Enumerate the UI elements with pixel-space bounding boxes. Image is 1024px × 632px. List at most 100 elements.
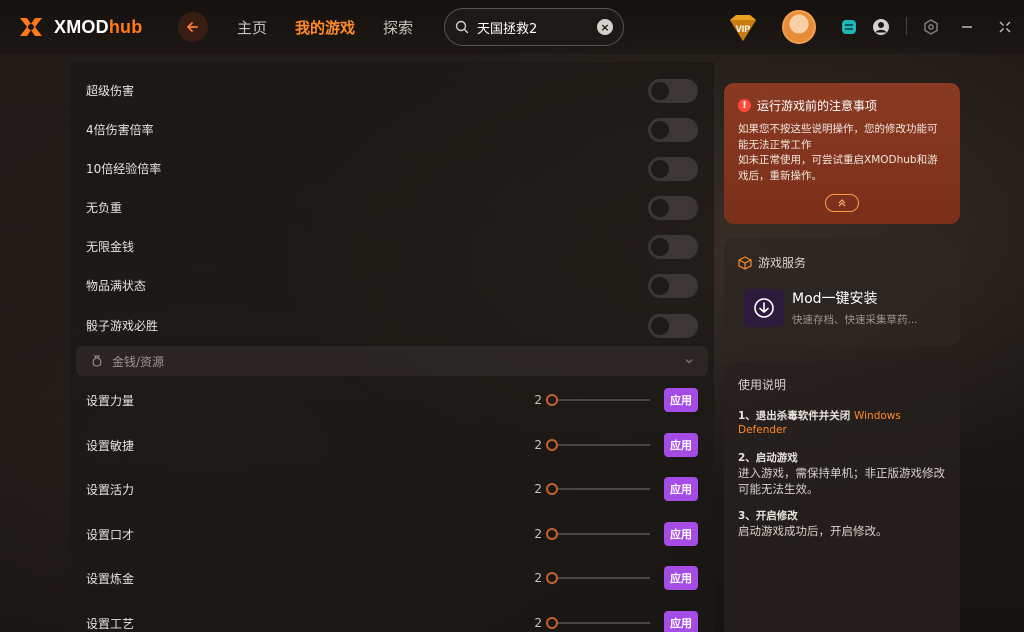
- slider-value: 2: [534, 482, 542, 496]
- toggle-switch[interactable]: [648, 117, 698, 142]
- toggle-switch[interactable]: [648, 234, 698, 259]
- search-box[interactable]: 天国拯救2 ×: [444, 8, 624, 46]
- usage-step-2-desc: 进入游戏，需保持单机；非正版游戏修改可能无法生效。: [738, 466, 945, 496]
- user-avatar[interactable]: [782, 10, 816, 44]
- mod-icon-tile: [744, 288, 784, 327]
- services-title-row: 游戏服务: [738, 254, 806, 271]
- box-icon: [738, 255, 752, 270]
- toggle-label: 10倍经验倍率: [86, 162, 162, 176]
- search-icon: [455, 20, 469, 34]
- download-icon: [754, 297, 774, 318]
- nav-my-games[interactable]: 我的游戏: [295, 17, 355, 38]
- toggle-row: 无负重: [86, 188, 698, 227]
- search-input[interactable]: 天国拯救2: [477, 18, 597, 37]
- settings-icon[interactable]: [920, 16, 942, 38]
- toggle-label: 物品满状态: [86, 279, 147, 293]
- usage-step-3-desc: 启动游戏成功后，开启修改。: [738, 524, 888, 538]
- warning-icon: !: [738, 99, 751, 112]
- apply-button[interactable]: 应用: [664, 477, 698, 501]
- toggle-row: 10倍经验倍率: [86, 149, 698, 188]
- section-header-money[interactable]: 金钱/资源: [76, 346, 708, 376]
- mod-name: Mod一键安装: [792, 291, 878, 307]
- toggle-row: 超级伤害: [86, 71, 698, 110]
- slider-value: 2: [534, 616, 542, 630]
- apply-button[interactable]: 应用: [664, 611, 698, 632]
- top-bar: XMODhub 主页 我的游戏 探索 天国拯救2 × VIP: [0, 0, 1024, 54]
- app-name: XMODhub: [54, 16, 143, 37]
- slider-row: 设置炼金 2 应用: [86, 556, 698, 600]
- game-services-card: 游戏服务 Mod一键安装 快速存档、快速采集草药...: [724, 238, 960, 346]
- slider-row: 设置敏捷 2 应用: [86, 423, 698, 467]
- toggle-switch[interactable]: [648, 195, 698, 220]
- toggle-label: 骰子游戏必胜: [86, 319, 159, 333]
- usage-step-1: 1、退出杀毒软件并关闭 Windows Defender: [738, 410, 901, 436]
- notice-title-row: ! 运行游戏前的注意事项: [738, 97, 946, 114]
- mod-description: 快速存档、快速采集草药...: [792, 314, 918, 326]
- toggle-label: 无负重: [86, 201, 123, 215]
- apply-button[interactable]: 应用: [664, 522, 698, 546]
- nav-explore[interactable]: 探索: [383, 17, 413, 38]
- divider: [906, 17, 907, 35]
- usage-title: 使用说明: [738, 378, 787, 392]
- notice-title: 运行游戏前的注意事项: [757, 99, 878, 113]
- toggle-row: 4倍伤害倍率: [86, 110, 698, 149]
- toggle-switch[interactable]: [648, 273, 698, 298]
- main-nav: 主页 我的游戏 探索: [237, 17, 413, 38]
- vip-badge-icon[interactable]: VIP: [726, 12, 760, 44]
- value-slider[interactable]: [546, 483, 650, 495]
- toggle-switch[interactable]: [648, 78, 698, 103]
- value-slider[interactable]: [546, 617, 650, 629]
- minimize-icon[interactable]: [956, 16, 978, 38]
- chevron-down-icon: [685, 359, 693, 364]
- slider-value: 2: [534, 393, 542, 407]
- slider-row: 设置活力 2 应用: [86, 467, 698, 511]
- toggle-row: 骰子游戏必胜: [86, 306, 698, 345]
- section-title: 金钱/资源: [112, 354, 165, 369]
- coin-bag-icon: [92, 355, 102, 367]
- apply-button[interactable]: 应用: [664, 566, 698, 590]
- back-button[interactable]: [178, 12, 208, 42]
- chevron-up-icon: [838, 199, 846, 207]
- app-logo[interactable]: XMODhub: [16, 12, 142, 42]
- toggle-switch[interactable]: [648, 156, 698, 181]
- slider-label: 设置力量: [86, 393, 135, 408]
- svg-text:VIP: VIP: [736, 24, 751, 34]
- clear-search-icon[interactable]: ×: [597, 19, 613, 35]
- apply-button[interactable]: 应用: [664, 433, 698, 457]
- usage-instructions-card: 使用说明 1、退出杀毒软件并关闭 Windows Defender 2、启动游戏…: [724, 362, 960, 632]
- slider-label: 设置工艺: [86, 616, 135, 631]
- value-slider[interactable]: [546, 394, 650, 406]
- toggle-label: 超级伤害: [86, 84, 135, 98]
- slider-label: 设置炼金: [86, 571, 135, 586]
- usage-step-3-title: 3、开启修改: [738, 510, 798, 522]
- slider-row: 设置力量 2 应用: [86, 378, 698, 422]
- toggle-row: 无限金钱: [86, 227, 698, 266]
- nav-home[interactable]: 主页: [237, 17, 267, 38]
- slider-row: 设置工艺 2 应用: [86, 601, 698, 632]
- notice-line-2: 如未正常使用，可尝试重启XMODhub和游戏后，重新操作。: [738, 154, 938, 182]
- slider-label: 设置活力: [86, 482, 135, 497]
- slider-value: 2: [534, 438, 542, 452]
- arrow-left-icon: [187, 22, 198, 32]
- value-slider[interactable]: [546, 572, 650, 584]
- usage-step-2-title: 2、启动游戏: [738, 452, 798, 464]
- slider-value: 2: [534, 571, 542, 585]
- notification-icon[interactable]: [870, 16, 892, 38]
- slider-label: 设置敏捷: [86, 438, 135, 453]
- chat-icon[interactable]: [838, 16, 860, 38]
- notice-line-1: 如果您不按这些说明操作，您的修改功能可能无法正常工作: [738, 123, 938, 151]
- apply-button[interactable]: 应用: [664, 388, 698, 412]
- toggle-label: 无限金钱: [86, 240, 135, 254]
- toggle-switch[interactable]: [648, 313, 698, 338]
- slider-label: 设置口才: [86, 527, 135, 542]
- value-slider[interactable]: [546, 528, 650, 540]
- notice-card: ! 运行游戏前的注意事项 如果您不按这些说明操作，您的修改功能可能无法正常工作 …: [724, 83, 960, 224]
- close-window-icon[interactable]: [994, 16, 1016, 38]
- slider-value: 2: [534, 527, 542, 541]
- xmod-logo-icon: [20, 18, 42, 36]
- mod-install-item[interactable]: Mod一键安装 快速存档、快速采集草药...: [744, 288, 918, 327]
- collapse-button[interactable]: [825, 194, 859, 212]
- slider-row: 设置口才 2 应用: [86, 512, 698, 556]
- value-slider[interactable]: [546, 439, 650, 451]
- cheat-list-panel: 超级伤害 4倍伤害倍率 10倍经验倍率 无负重 无限金钱 物品满状态 骰子游戏必…: [70, 62, 714, 632]
